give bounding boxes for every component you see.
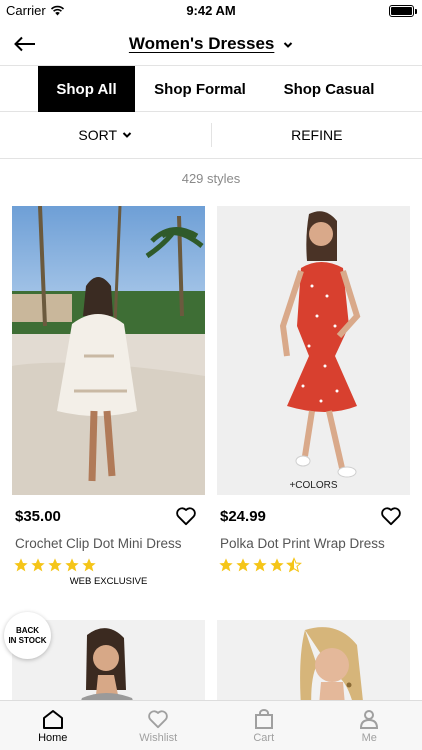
product-image[interactable]: +COLORS: [217, 206, 410, 495]
badge-line-1: BACK: [15, 625, 40, 635]
star-icon: [48, 558, 62, 572]
tab-wishlist-label: Wishlist: [139, 732, 178, 744]
half-star-icon: [286, 557, 302, 573]
rating-stars: [12, 557, 205, 575]
product-card[interactable]: +COLORS $24.99 Polka Dot Print Wrap Dres…: [217, 206, 410, 575]
tab-cart[interactable]: Cart: [211, 701, 317, 750]
dress-photo: [217, 206, 410, 495]
tab-me-label: Me: [361, 732, 377, 744]
star-icon: [82, 558, 96, 572]
page-title: Women's Dresses: [128, 34, 275, 53]
star-icon: [270, 558, 284, 572]
sort-refine-bar: SORT REFINE: [0, 112, 422, 159]
beach-photo: [12, 206, 205, 495]
product-card[interactable]: $35.00 Crochet Clip Dot Mini Dress WEB E…: [12, 206, 205, 587]
star-icon: [253, 558, 267, 572]
tab-shop-casual[interactable]: Shop Casual: [265, 66, 393, 112]
product-name: Polka Dot Print Wrap Dress: [220, 536, 385, 551]
star-icon: [65, 558, 79, 572]
status-time: 9:42 AM: [186, 3, 236, 18]
bottom-tab-bar: Home Wishlist Cart Me: [0, 700, 422, 750]
category-dropdown[interactable]: Women's Dresses: [0, 34, 422, 54]
sort-button[interactable]: SORT: [0, 112, 211, 158]
tab-cart-label: Cart: [253, 732, 275, 744]
results-count: 429 styles: [181, 171, 241, 186]
tab-home-label: Home: [38, 732, 68, 744]
star-icon: [31, 558, 45, 572]
product-image[interactable]: [12, 206, 205, 495]
refine-button[interactable]: REFINE: [212, 112, 422, 158]
tab-shop-formal[interactable]: Shop Formal: [135, 66, 265, 112]
tab-shop-all[interactable]: Shop All: [38, 66, 135, 112]
battery-icon: [389, 5, 417, 17]
star-icon: [236, 558, 250, 572]
tab-wishlist[interactable]: Wishlist: [106, 701, 212, 750]
shop-tabs: Shop All Shop Formal Shop Casual: [0, 66, 422, 112]
person-icon: [360, 710, 379, 729]
heart-icon: [148, 710, 169, 729]
sort-label: SORT: [78, 127, 118, 143]
chevron-down-icon: [122, 132, 132, 138]
bag-icon: [254, 709, 273, 729]
chevron-down-icon: [283, 41, 293, 48]
product-price: $35.00: [15, 508, 61, 525]
star-icon: [14, 558, 28, 572]
home-icon: [42, 710, 63, 729]
tab-me[interactable]: Me: [317, 701, 422, 750]
status-bar: Carrier 9:42 AM: [0, 0, 422, 22]
tab-home[interactable]: Home: [0, 701, 106, 750]
back-in-stock-badge: BACK IN STOCK: [4, 612, 51, 659]
web-exclusive-label: WEB EXCLUSIVE: [69, 576, 148, 587]
more-colors-label: +COLORS: [289, 480, 338, 491]
star-icon: [219, 558, 233, 572]
heart-icon[interactable]: [380, 506, 402, 526]
product-name: Crochet Clip Dot Mini Dress: [15, 536, 182, 551]
badge-line-2: IN STOCK: [8, 635, 47, 645]
refine-label: REFINE: [291, 127, 343, 143]
heart-icon[interactable]: [175, 506, 197, 526]
nav-header: Women's Dresses: [0, 22, 422, 66]
rating-stars: [217, 557, 410, 575]
product-price: $24.99: [220, 508, 266, 525]
